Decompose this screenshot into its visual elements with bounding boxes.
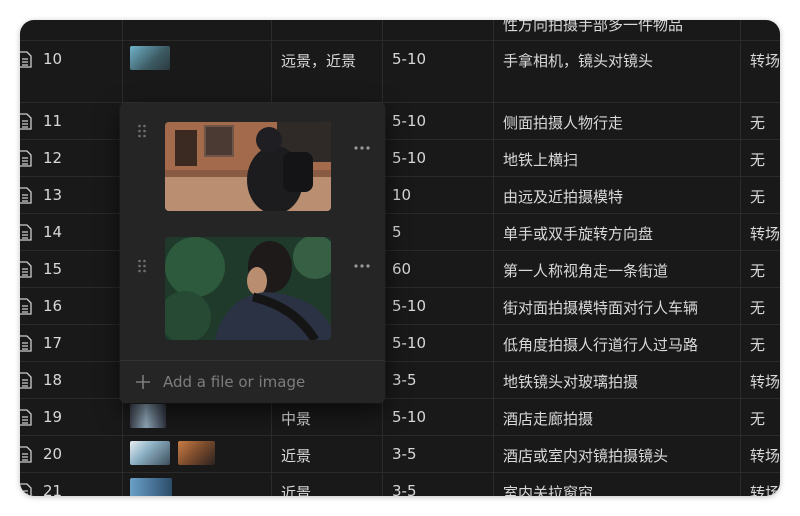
row-id[interactable]: 19 [43, 408, 62, 426]
row-description[interactable]: 低角度拍摄人行道行人过马路 [503, 334, 698, 355]
row-description[interactable]: 地铁上横扫 [503, 149, 578, 170]
row-id[interactable]: 13 [43, 186, 62, 204]
page-icon [20, 335, 32, 352]
row-description[interactable]: 由远及近拍摄模特 [503, 186, 623, 207]
row-id[interactable]: 18 [43, 371, 62, 389]
row-duration[interactable]: 5-10 [392, 334, 426, 352]
attached-image[interactable] [165, 237, 331, 340]
plus-icon [136, 375, 150, 389]
row-duration[interactable]: 5-10 [392, 297, 426, 315]
row-transition[interactable]: 无 [750, 149, 765, 170]
row-shot[interactable]: 近景 [281, 445, 311, 466]
row-shot[interactable]: 近景 [281, 482, 311, 496]
page-icon [20, 483, 32, 496]
row-duration[interactable]: 60 [392, 260, 411, 278]
row-id[interactable]: 11 [43, 112, 62, 130]
database-window: 性方向拍摄手部多一件物品 10 远景，近景 5-10 手拿相机，镜头对镜头 转场… [20, 20, 780, 496]
row-duration[interactable]: 5 [392, 223, 402, 241]
page-icon [20, 446, 32, 463]
row-transition[interactable]: 转场 [750, 50, 780, 71]
row-transition[interactable]: 无 [750, 112, 765, 133]
row-id[interactable]: 14 [43, 223, 62, 241]
row-transition[interactable]: 转场 [750, 223, 780, 244]
add-file-label: Add a file or image [163, 373, 306, 391]
row-description[interactable]: 第一人称视角走一条街道 [503, 260, 668, 281]
row-duration[interactable]: 5-10 [392, 408, 426, 426]
row-id[interactable]: 12 [43, 149, 62, 167]
row-transition[interactable]: 无 [750, 297, 765, 318]
row-description[interactable]: 单手或双手旋转方向盘 [503, 223, 653, 244]
row-duration[interactable]: 3-5 [392, 445, 417, 463]
row-transition[interactable]: 转场 [750, 371, 780, 392]
row-id[interactable]: 15 [43, 260, 62, 278]
row-shot[interactable]: 远景，近景 [281, 50, 356, 71]
page-icon [20, 409, 32, 426]
row-description[interactable]: 地铁镜头对玻璃拍摄 [503, 371, 638, 392]
row-transition[interactable]: 无 [750, 260, 765, 281]
drag-handle-icon[interactable] [137, 259, 147, 273]
page-icon [20, 51, 32, 68]
row-description[interactable]: 侧面拍摄人物行走 [503, 112, 623, 133]
row-id[interactable]: 10 [43, 50, 62, 68]
row-duration[interactable]: 5-10 [392, 50, 426, 68]
row-description[interactable]: 酒店走廊拍摄 [503, 408, 593, 429]
row-duration[interactable]: 5-10 [392, 149, 426, 167]
page-icon [20, 113, 32, 130]
page-icon [20, 187, 32, 204]
row-id[interactable]: 21 [43, 482, 62, 496]
row-transition[interactable]: 无 [750, 334, 765, 355]
row-shot[interactable]: 中景 [281, 408, 311, 429]
row-description[interactable]: 手拿相机，镜头对镜头 [503, 50, 653, 71]
page-icon [20, 224, 32, 241]
image-thumbnail[interactable] [130, 441, 170, 465]
files-media-popup: Add a file or image [120, 103, 385, 403]
row-transition[interactable]: 无 [750, 408, 765, 429]
row-description[interactable]: 街对面拍摄模特面对行人车辆 [503, 297, 698, 318]
row-transition[interactable]: 转场 [750, 445, 780, 466]
row-id[interactable]: 17 [43, 334, 62, 352]
image-thumbnail[interactable] [130, 46, 170, 70]
table-row[interactable]: 性方向拍摄手部多一件物品 [20, 20, 780, 41]
row-transition[interactable]: 转场 [750, 482, 780, 496]
page-icon [20, 150, 32, 167]
attached-image[interactable] [165, 122, 331, 211]
add-file-button[interactable]: Add a file or image [120, 360, 385, 404]
drag-handle-icon[interactable] [137, 124, 147, 138]
row-description[interactable]: 酒店或室内对镜拍摄镜头 [503, 445, 668, 466]
more-options-icon[interactable] [353, 263, 371, 269]
image-thumbnail[interactable] [178, 441, 215, 465]
more-options-icon[interactable] [353, 145, 371, 151]
row-id[interactable]: 20 [43, 445, 62, 463]
page-icon [20, 298, 32, 315]
row-transition[interactable]: 无 [750, 186, 765, 207]
table-row[interactable]: 10 远景，近景 5-10 手拿相机，镜头对镜头 转场 [20, 40, 780, 103]
image-thumbnail[interactable] [130, 404, 166, 428]
row-duration[interactable]: 5-10 [392, 112, 426, 130]
row-duration[interactable]: 10 [392, 186, 411, 204]
table-row[interactable]: 21 近景 3-5 室内关拉窗帘 转场 [20, 472, 780, 496]
row-id[interactable]: 16 [43, 297, 62, 315]
page-icon [20, 372, 32, 389]
row-description[interactable]: 室内关拉窗帘 [503, 482, 593, 496]
table-row[interactable]: 20 近景 3-5 酒店或室内对镜拍摄镜头 转场 [20, 435, 780, 473]
image-thumbnail[interactable] [130, 478, 172, 496]
row-description[interactable]: 性方向拍摄手部多一件物品 [503, 20, 683, 35]
row-duration[interactable]: 3-5 [392, 482, 417, 496]
page-icon [20, 261, 32, 278]
row-duration[interactable]: 3-5 [392, 371, 417, 389]
